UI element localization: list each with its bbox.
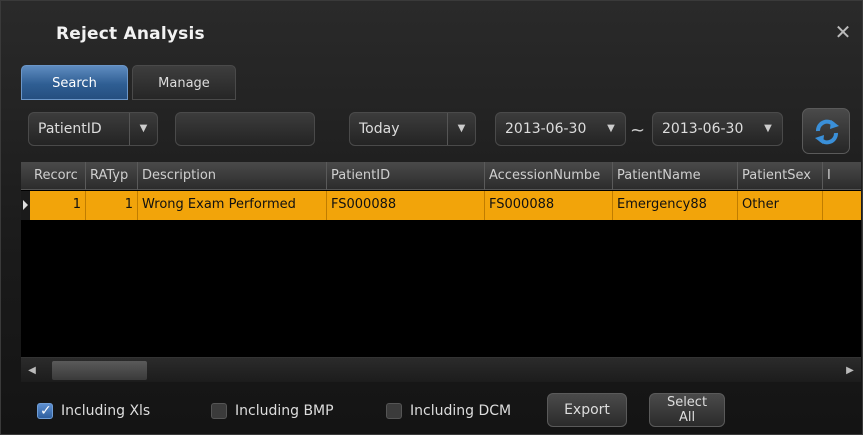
including-dcm-label: Including DCM — [410, 403, 512, 419]
close-icon[interactable]: ✕ — [830, 19, 856, 45]
cell-next — [823, 191, 861, 220]
chevron-down-icon: ▼ — [764, 123, 772, 134]
export-button[interactable]: Export — [547, 393, 627, 427]
date-to-value: 2013-06-30 — [662, 121, 744, 137]
date-from-value: 2013-06-30 — [505, 121, 587, 137]
cell-description: Wrong Exam Performed — [138, 191, 327, 220]
range-separator: ~ — [630, 120, 646, 141]
cell-accession: FS000088 — [485, 191, 613, 220]
select-all-label-line1: Select — [666, 395, 708, 410]
date-to-picker[interactable]: 2013-06-30 ▼ — [652, 112, 783, 146]
cell-record: 1 — [30, 191, 86, 220]
grid-header: Recorc RATyp Description PatientID Acces… — [21, 162, 861, 190]
results-grid: Recorc RATyp Description PatientID Acces… — [21, 162, 861, 382]
refresh-icon — [815, 119, 839, 145]
table-row[interactable]: 1 1 Wrong Exam Performed FS000088 FS0000… — [21, 191, 861, 220]
select-all-button[interactable]: Select All — [649, 393, 725, 427]
checkbox-icon — [386, 403, 402, 419]
field-select-value: PatientID — [38, 121, 102, 137]
column-header-patientname[interactable]: PatientName — [613, 162, 738, 190]
field-select[interactable]: PatientID ▼ — [28, 112, 158, 146]
window-title: Reject Analysis — [56, 24, 205, 44]
cell-patientsex: Other — [738, 191, 823, 220]
column-header-patientid[interactable]: PatientID — [327, 162, 485, 190]
column-header-ratype[interactable]: RATyp — [86, 162, 138, 190]
column-header-accession[interactable]: AccessionNumbe — [485, 162, 613, 190]
including-bmp-checkbox[interactable]: Including BMP — [211, 401, 334, 421]
tab-manage[interactable]: Manage — [132, 65, 236, 100]
scroll-right-icon[interactable]: ▶ — [839, 358, 861, 383]
row-pointer-icon — [21, 191, 30, 220]
checkbox-checked-icon — [37, 401, 53, 421]
title-bar: Reject Analysis ✕ — [1, 1, 863, 59]
reject-analysis-window: Reject Analysis ✕ Search Manage PatientI… — [0, 0, 863, 435]
column-header-record[interactable]: Recorc — [30, 162, 86, 190]
cell-ratype: 1 — [86, 191, 138, 220]
period-select-value: Today — [359, 121, 400, 137]
including-xls-label: Including Xls — [61, 403, 151, 419]
scrollbar-thumb[interactable] — [52, 361, 147, 380]
search-input[interactable] — [175, 112, 315, 146]
including-xls-checkbox[interactable]: Including Xls — [37, 401, 150, 421]
date-from-picker[interactable]: 2013-06-30 ▼ — [495, 112, 626, 146]
chevron-down-icon: ▼ — [447, 113, 475, 145]
checkbox-icon — [211, 403, 227, 419]
cell-patientid: FS000088 — [327, 191, 485, 220]
period-select[interactable]: Today ▼ — [349, 112, 476, 146]
cell-patientname: Emergency88 — [613, 191, 738, 220]
column-header-next[interactable]: I — [823, 162, 861, 190]
scroll-left-icon[interactable]: ◀ — [21, 358, 43, 383]
horizontal-scrollbar[interactable]: ◀ ▶ — [21, 357, 861, 382]
refresh-button[interactable] — [802, 108, 850, 154]
including-bmp-label: Including BMP — [235, 403, 334, 419]
search-toolbar: PatientID ▼ Today ▼ 2013-06-30 ▼ ~ 2013-… — [1, 108, 863, 154]
column-header-description[interactable]: Description — [138, 162, 327, 190]
chevron-down-icon: ▼ — [129, 113, 157, 145]
export-options: Including Xls Including BMP Including DC… — [1, 391, 863, 431]
tab-search[interactable]: Search — [21, 65, 128, 100]
column-header-patientsex[interactable]: PatientSex — [738, 162, 823, 190]
select-all-label-line2: All — [678, 410, 696, 425]
chevron-down-icon: ▼ — [607, 123, 615, 134]
including-dcm-checkbox[interactable]: Including DCM — [386, 401, 511, 421]
